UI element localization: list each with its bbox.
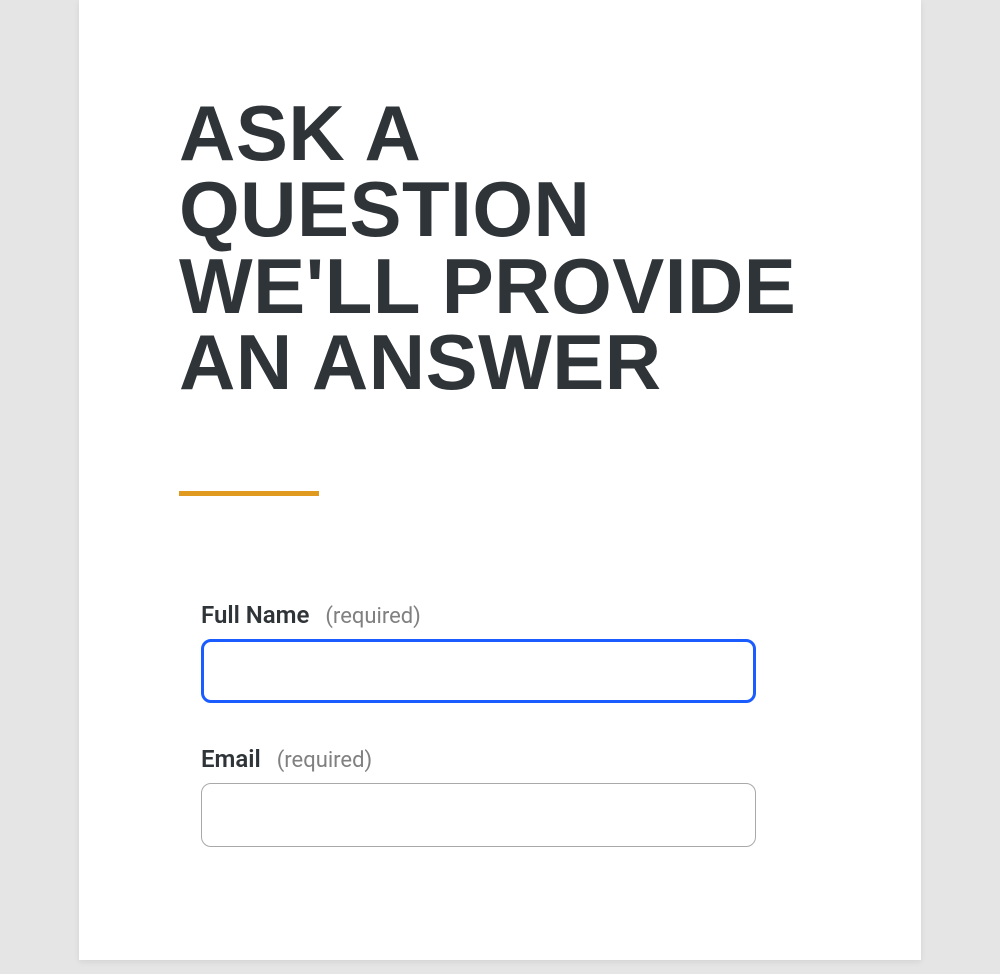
form-group-fullname: Full Name (required) bbox=[179, 601, 821, 703]
form-card: ASK A QUESTION WE'LL PROVIDE AN ANSWER F… bbox=[79, 0, 921, 960]
email-input[interactable] bbox=[201, 783, 756, 847]
accent-divider bbox=[179, 491, 319, 496]
fullname-label: Full Name bbox=[201, 601, 309, 629]
fullname-input[interactable] bbox=[201, 639, 756, 703]
page-title: ASK A QUESTION WE'LL PROVIDE AN ANSWER bbox=[179, 95, 821, 401]
label-row: Full Name (required) bbox=[201, 601, 821, 629]
label-row: Email (required) bbox=[201, 745, 821, 773]
email-required-hint: (required) bbox=[277, 748, 372, 773]
fullname-required-hint: (required) bbox=[325, 604, 420, 629]
email-label: Email bbox=[201, 745, 261, 773]
form-group-email: Email (required) bbox=[179, 745, 821, 847]
